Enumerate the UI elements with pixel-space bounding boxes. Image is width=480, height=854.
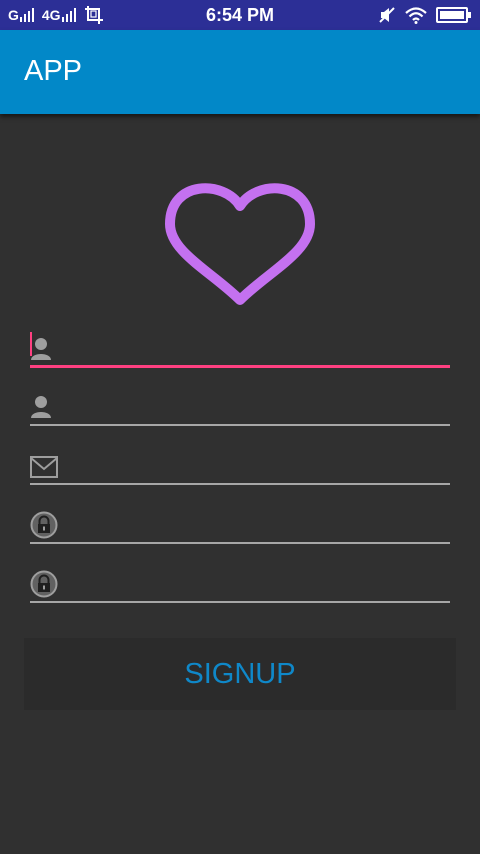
confirm-password-field[interactable] <box>30 563 450 603</box>
mute-icon <box>379 7 395 23</box>
password-input[interactable] <box>64 508 450 538</box>
battery-icon <box>436 7 471 23</box>
battery-fill <box>440 11 464 19</box>
username-input[interactable] <box>64 390 450 420</box>
field-underline <box>30 483 450 485</box>
name-field[interactable] <box>30 328 450 368</box>
mail-icon <box>30 456 58 478</box>
email-field[interactable] <box>30 445 450 485</box>
field-underline <box>30 601 450 603</box>
app-title: APP <box>24 55 83 87</box>
name-input[interactable] <box>64 332 450 362</box>
person-icon <box>31 396 51 418</box>
field-underline <box>30 424 450 426</box>
password-field[interactable] <box>30 504 450 544</box>
field-underline <box>30 365 450 368</box>
status-right <box>378 6 471 24</box>
username-field[interactable] <box>30 386 450 426</box>
heart-icon <box>165 183 315 305</box>
app-bar: APP <box>0 30 480 114</box>
status-bar: G 4G 6:54 PM <box>0 0 480 30</box>
wifi-icon <box>405 7 427 24</box>
confirm-password-input[interactable] <box>64 567 450 597</box>
field-underline <box>30 542 450 544</box>
lock-icon <box>30 511 58 539</box>
lock-icon <box>30 570 58 598</box>
email-input[interactable] <box>64 449 450 479</box>
person-icon <box>31 338 51 360</box>
signup-button[interactable]: SIGNUP <box>24 638 456 710</box>
